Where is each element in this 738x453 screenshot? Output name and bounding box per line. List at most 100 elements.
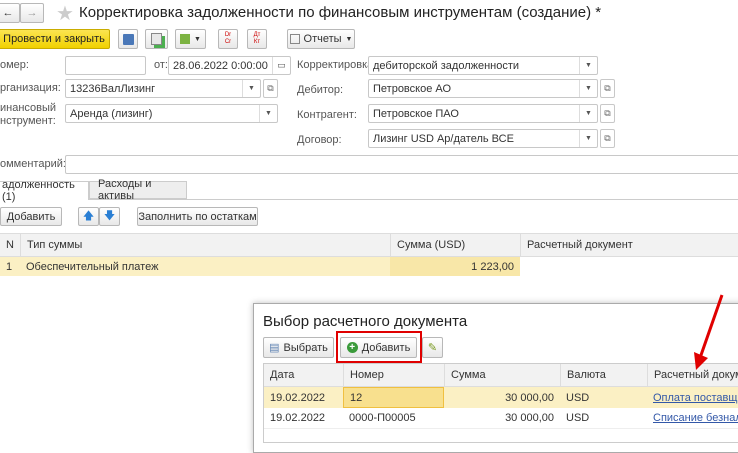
fill-by-balances-button[interactable]: Заполнить по остаткам (137, 207, 258, 226)
tab-debt[interactable]: адолженность (1) (0, 179, 89, 203)
reports-label: Отчеты (303, 33, 342, 45)
table-row[interactable]: 19.02.2022 0000-П00005 30 000,00 USD Спи… (264, 408, 738, 429)
instrument-field[interactable]: Аренда (лизинг) ▼ (65, 104, 278, 123)
counterparty-label: Контрагент: (297, 109, 357, 121)
open-organization-button[interactable]: ⧉ (263, 79, 278, 98)
dt-label: Dr (224, 32, 232, 38)
row-settlement-doc[interactable] (520, 257, 738, 276)
organization-field[interactable]: 13236ВалЛизинг ▼ (65, 79, 261, 98)
save-button[interactable] (118, 29, 138, 49)
back-button[interactable]: ← (0, 3, 20, 23)
debtor-field[interactable]: Петровское АО ▼ (368, 79, 598, 98)
post-document-icon (151, 33, 162, 45)
instrument-label-line2: нструмент: (0, 115, 56, 127)
debt-table-header: N Тип суммы Сумма (USD) Расчетный докуме… (0, 233, 738, 257)
date-label: от: (154, 59, 168, 71)
chevron-down-icon[interactable]: ▼ (242, 80, 260, 97)
open-counterparty-button[interactable]: ⧉ (600, 104, 615, 123)
tab-expenses-assets[interactable]: Расходы и активы (89, 178, 187, 202)
post-button[interactable] (145, 29, 168, 49)
plus-circle-icon: + (346, 342, 358, 353)
chevron-down-icon[interactable]: ▼ (259, 105, 277, 122)
move-down-button[interactable]: 🡇 (99, 207, 120, 226)
col-settlement-doc[interactable]: Расчетный документ (520, 234, 738, 256)
select-settlement-document-dialog: Выбор расчетного документа ▤ Выбрать + Доб… (253, 303, 738, 453)
forward-button[interactable]: → (20, 3, 44, 23)
row-sum: 30 000,00 (505, 391, 554, 404)
col-amount[interactable]: Сумма (USD) (390, 234, 520, 256)
col-currency[interactable]: Валюта (560, 364, 647, 386)
debtor-label: Дебитор: (297, 84, 344, 96)
instrument-label-line1: инансовый (0, 102, 57, 114)
row-sum: 30 000,00 (505, 412, 554, 424)
dialog-title: Выбор расчетного документа (263, 313, 468, 330)
col-sum-type[interactable]: Тип суммы (20, 234, 390, 256)
open-icon: ⧉ (604, 108, 611, 118)
post-and-close-button[interactable]: Провести и закрыть (0, 29, 110, 49)
report-icon (289, 34, 300, 44)
cr-label: Cr (224, 39, 232, 45)
chevron-down-icon[interactable]: ▼ (579, 105, 597, 122)
number-input[interactable] (65, 56, 146, 75)
open-contract-button[interactable]: ⧉ (600, 129, 615, 148)
chevron-down-icon[interactable]: ▼ (579, 80, 597, 97)
move-up-button[interactable]: 🡅 (78, 207, 99, 226)
correction-label: Корректировка: (297, 59, 377, 71)
dialog-table-header: Дата Номер Сумма Валюта Расчетный докуме (264, 364, 738, 387)
select-icon: ▤ (269, 342, 280, 354)
contract-label: Договор: (297, 134, 342, 146)
date-input[interactable]: 28.06.2022 0:00:00 ▭ (168, 56, 291, 75)
dt-kt-button[interactable]: Дт Кт (247, 29, 267, 49)
correction-field[interactable]: дебиторской задолженности ▼ (368, 56, 598, 75)
edit-button[interactable]: ✎ (422, 337, 443, 358)
row-date: 19.02.2022 (270, 412, 326, 424)
pencil-icon: ✎ (427, 342, 438, 354)
counterparty-field[interactable]: Петровское ПАО ▼ (368, 104, 598, 123)
col-number[interactable]: Номер (343, 364, 444, 386)
star-icon[interactable]: ★ (56, 1, 74, 26)
row-amount: 1 223,00 (390, 257, 520, 276)
comment-label: омментарий: (0, 158, 66, 170)
select-label: Выбрать (283, 341, 328, 354)
row-number[interactable]: 12 (343, 387, 444, 408)
annotation-arrow-icon (694, 294, 724, 370)
create-based-on-button[interactable]: ▼ (175, 29, 206, 49)
reports-button[interactable]: Отчеты ▼ (287, 29, 355, 49)
table-row[interactable]: 1 Обеспечительный платеж 1 223,00 (0, 257, 738, 276)
dt-cr-button[interactable]: Dr Cr (218, 29, 238, 49)
organization-label: рганизация: (0, 82, 61, 94)
open-icon: ⧉ (604, 133, 611, 143)
row-currency: USD (566, 412, 590, 424)
contract-field[interactable]: Лизинг USD Ар/датель ВСЕ ▼ (368, 129, 598, 148)
table-row[interactable]: 19.02.2022 12 30 000,00 USD Оплата поста… (264, 387, 738, 408)
add-debt-button[interactable]: Добавить (0, 207, 62, 226)
number-label: омер: (0, 59, 29, 71)
row-n: 1 (6, 260, 13, 273)
create-based-icon (180, 34, 191, 44)
col-date[interactable]: Дата (264, 364, 343, 386)
comment-input[interactable] (65, 155, 738, 174)
debtor-value: Петровское АО (373, 82, 452, 95)
arrow-down-icon: 🡇 (103, 210, 116, 222)
row-settlement-doc-link[interactable]: Списание безнали (647, 408, 738, 428)
counterparty-value: Петровское ПАО (373, 107, 459, 120)
select-button[interactable]: ▤ Выбрать (263, 337, 334, 358)
open-debtor-button[interactable]: ⧉ (600, 79, 615, 98)
page-title: Корректировка задолженности по финансовы… (79, 4, 602, 21)
chevron-down-icon[interactable]: ▼ (579, 130, 597, 147)
chevron-down-icon: ▼ (345, 35, 353, 43)
open-icon: ⧉ (267, 83, 274, 93)
organization-value: 13236ВалЛизинг (70, 82, 156, 95)
calendar-icon[interactable]: ▭ (272, 57, 290, 74)
save-icon (122, 33, 134, 45)
col-sum[interactable]: Сумма (444, 364, 560, 386)
row-settlement-doc-link[interactable]: Оплата поставщику (647, 387, 738, 408)
dialog-add-button[interactable]: + Добавить (340, 337, 417, 358)
col-n[interactable]: N (0, 234, 20, 256)
kt-ru-label: Кт (253, 39, 261, 45)
chevron-down-icon[interactable]: ▼ (579, 57, 597, 74)
arrow-up-icon: 🡅 (82, 210, 95, 222)
add-label: Добавить (361, 341, 411, 354)
correction-value: дебиторской задолженности (373, 59, 520, 72)
dt-ru-label: Дт (253, 32, 261, 38)
